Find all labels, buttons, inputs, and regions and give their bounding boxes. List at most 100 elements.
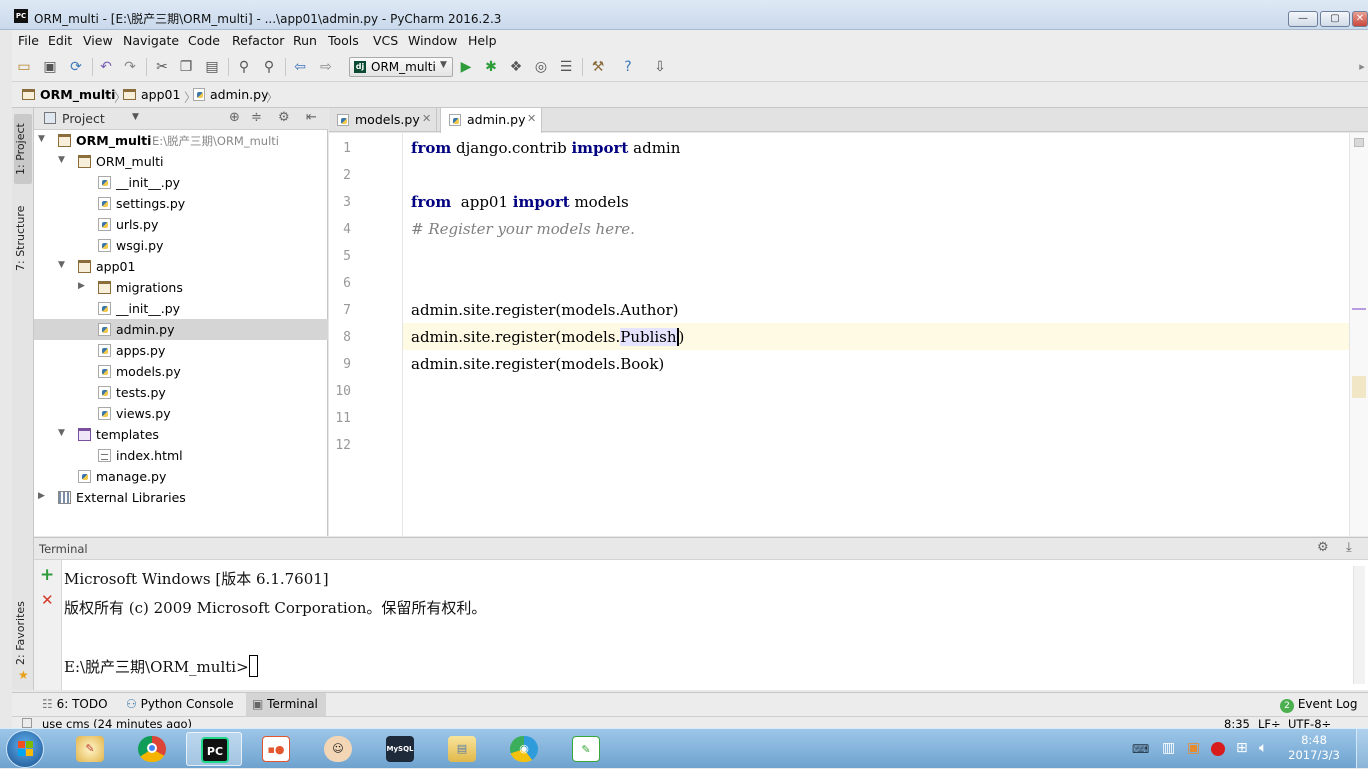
collapsed-arrow-icon[interactable]: ▶: [38, 491, 45, 501]
forward-icon[interactable]: ⇨: [318, 59, 334, 75]
tab-python-console[interactable]: ⚇ Python Console: [126, 693, 234, 716]
run-configuration-select[interactable]: dj ORM_multi ▼: [349, 57, 453, 77]
maximize-button[interactable]: ▢: [1320, 11, 1350, 27]
menu-view[interactable]: View: [83, 33, 113, 48]
close-tab-icon[interactable]: ✕: [422, 112, 431, 125]
breadcrumb-project[interactable]: ORM_multi: [40, 87, 115, 102]
sync-icon[interactable]: ⟳: [68, 59, 84, 75]
menu-edit[interactable]: Edit: [48, 33, 72, 48]
taskbar-pycharm[interactable]: PC: [186, 732, 242, 766]
expand-arrow-icon[interactable]: ▼: [58, 155, 65, 165]
menu-window[interactable]: Window: [408, 33, 457, 48]
menu-refactor[interactable]: Refactor: [232, 33, 284, 48]
tab-todo[interactable]: ☷ 6: TODO: [42, 693, 108, 716]
tray-app-icon[interactable]: ▥: [1162, 740, 1175, 756]
run-icon[interactable]: ▶: [458, 59, 474, 75]
replace-icon[interactable]: ⚲: [261, 59, 277, 75]
tree-node-file[interactable]: __init__.py: [34, 298, 328, 319]
tree-node-file[interactable]: wsgi.py: [34, 235, 328, 256]
find-icon[interactable]: ⚲: [236, 59, 252, 75]
menu-vcs[interactable]: VCS: [373, 33, 398, 48]
tree-node-app01[interactable]: ▼ app01: [34, 256, 328, 277]
concurrency-icon[interactable]: ☰: [558, 59, 574, 75]
caret-position[interactable]: 8:35: [1224, 717, 1250, 728]
tree-node-file-selected[interactable]: admin.py: [34, 319, 328, 340]
event-log-button[interactable]: 2 Event Log: [1280, 693, 1357, 716]
menu-navigate[interactable]: Navigate: [123, 33, 179, 48]
taskbar-browser[interactable]: ◉: [496, 732, 552, 766]
tab-models-py[interactable]: models.py ✕: [329, 108, 437, 132]
expand-arrow-icon[interactable]: ▼: [58, 428, 65, 438]
tree-node-file[interactable]: apps.py: [34, 340, 328, 361]
chevron-down-icon[interactable]: ▼: [132, 112, 139, 122]
menu-file[interactable]: File: [18, 33, 39, 48]
keyboard-icon[interactable]: ⌨: [1132, 742, 1149, 756]
taskbar-explorer[interactable]: ▤: [434, 732, 490, 766]
tab-project-tool[interactable]: 1: Project: [14, 114, 32, 184]
menu-run[interactable]: Run: [293, 33, 317, 48]
status-toggle-icon[interactable]: [22, 718, 32, 728]
tree-node-migrations[interactable]: ▶ migrations: [34, 277, 328, 298]
terminal-scrollbar[interactable]: [1353, 566, 1365, 684]
file-encoding[interactable]: UTF-8÷: [1288, 717, 1331, 728]
expand-toolbar-icon[interactable]: ▸: [1354, 59, 1368, 75]
redo-icon[interactable]: ↷: [122, 59, 138, 75]
taskbar-notepad[interactable]: ✎: [558, 732, 614, 766]
start-button[interactable]: [6, 730, 44, 768]
tree-node-file[interactable]: settings.py: [34, 193, 328, 214]
collapse-all-icon[interactable]: ≑: [251, 110, 262, 125]
close-window-button[interactable]: ✕: [1352, 11, 1368, 27]
copy-icon[interactable]: ❐: [178, 59, 194, 75]
minimize-button[interactable]: —: [1288, 11, 1318, 27]
tree-node-templates[interactable]: ▼ templates: [34, 424, 328, 445]
hide-panel-icon[interactable]: ⇤: [306, 110, 317, 125]
undo-icon[interactable]: ↶: [98, 59, 114, 75]
taskbar-presentation[interactable]: ▪●: [248, 732, 304, 766]
taskbar-paint[interactable]: ✎: [62, 732, 118, 766]
close-tab-icon[interactable]: ✕: [527, 112, 536, 125]
settings-wrench-icon[interactable]: ⚒: [590, 59, 606, 75]
tree-node-file[interactable]: models.py: [34, 361, 328, 382]
breadcrumb-admin-py[interactable]: admin.py: [210, 87, 268, 102]
tree-node-file[interactable]: __init__.py: [34, 172, 328, 193]
taskbar-mysql[interactable]: MySQL: [372, 732, 428, 766]
vcs-icon[interactable]: ⇩: [652, 59, 668, 75]
close-session-icon[interactable]: ✕: [41, 591, 54, 609]
tree-node-file[interactable]: manage.py: [34, 466, 328, 487]
profile-icon[interactable]: ◎: [533, 59, 549, 75]
scroll-thumb[interactable]: [1352, 376, 1366, 398]
menu-help[interactable]: Help: [468, 33, 497, 48]
save-icon[interactable]: ▣: [42, 59, 58, 75]
system-clock[interactable]: 8:48 2017/3/3: [1284, 733, 1344, 763]
tree-node-file[interactable]: views.py: [34, 403, 328, 424]
tree-node-file[interactable]: tests.py: [34, 382, 328, 403]
tab-favorites-tool[interactable]: 2: Favorites: [14, 598, 32, 668]
open-folder-icon[interactable]: ▭: [16, 59, 32, 75]
cut-icon[interactable]: ✂: [154, 59, 170, 75]
hide-panel-icon[interactable]: ⤓: [1346, 540, 1352, 555]
line-separator[interactable]: LF÷: [1258, 717, 1281, 728]
expand-arrow-icon[interactable]: ▼: [38, 134, 45, 144]
help-icon[interactable]: ?: [620, 59, 636, 75]
paste-icon[interactable]: ▤: [204, 59, 220, 75]
tree-node-external-libraries[interactable]: ▶ External Libraries: [34, 487, 328, 508]
tree-node-orm-multi-root[interactable]: ▼ ORM_multi E:\脱产三期\ORM_multi: [34, 130, 328, 151]
breadcrumb-app01[interactable]: app01: [141, 87, 180, 102]
menu-code[interactable]: Code: [188, 33, 220, 48]
network-icon[interactable]: ⊞: [1236, 740, 1248, 756]
gear-icon[interactable]: ⚙: [278, 110, 290, 125]
editor-error-stripe[interactable]: [1349, 133, 1368, 536]
project-view-select[interactable]: Project: [62, 111, 105, 126]
code-editor[interactable]: 1 2 3 4 5 6 7 8 9 10 11 12 from django.c…: [329, 133, 1368, 536]
tree-node-orm-multi-pkg[interactable]: ▼ ORM_multi: [34, 151, 328, 172]
tree-node-file[interactable]: index.html: [34, 445, 328, 466]
menu-tools[interactable]: Tools: [328, 33, 359, 48]
taskbar-person-app[interactable]: ☺: [310, 732, 366, 766]
gear-icon[interactable]: ⚙: [1317, 540, 1329, 555]
terminal-panel[interactable]: + ✕ Microsoft Windows [版本 6.1.7601] 版权所有…: [34, 560, 1368, 690]
tab-structure-tool[interactable]: 7: Structure: [14, 198, 32, 278]
taskbar-chrome[interactable]: [124, 732, 180, 766]
coverage-icon[interactable]: ❖: [508, 59, 524, 75]
tab-terminal[interactable]: ▣ Terminal: [246, 693, 326, 716]
new-session-icon[interactable]: +: [40, 565, 54, 585]
